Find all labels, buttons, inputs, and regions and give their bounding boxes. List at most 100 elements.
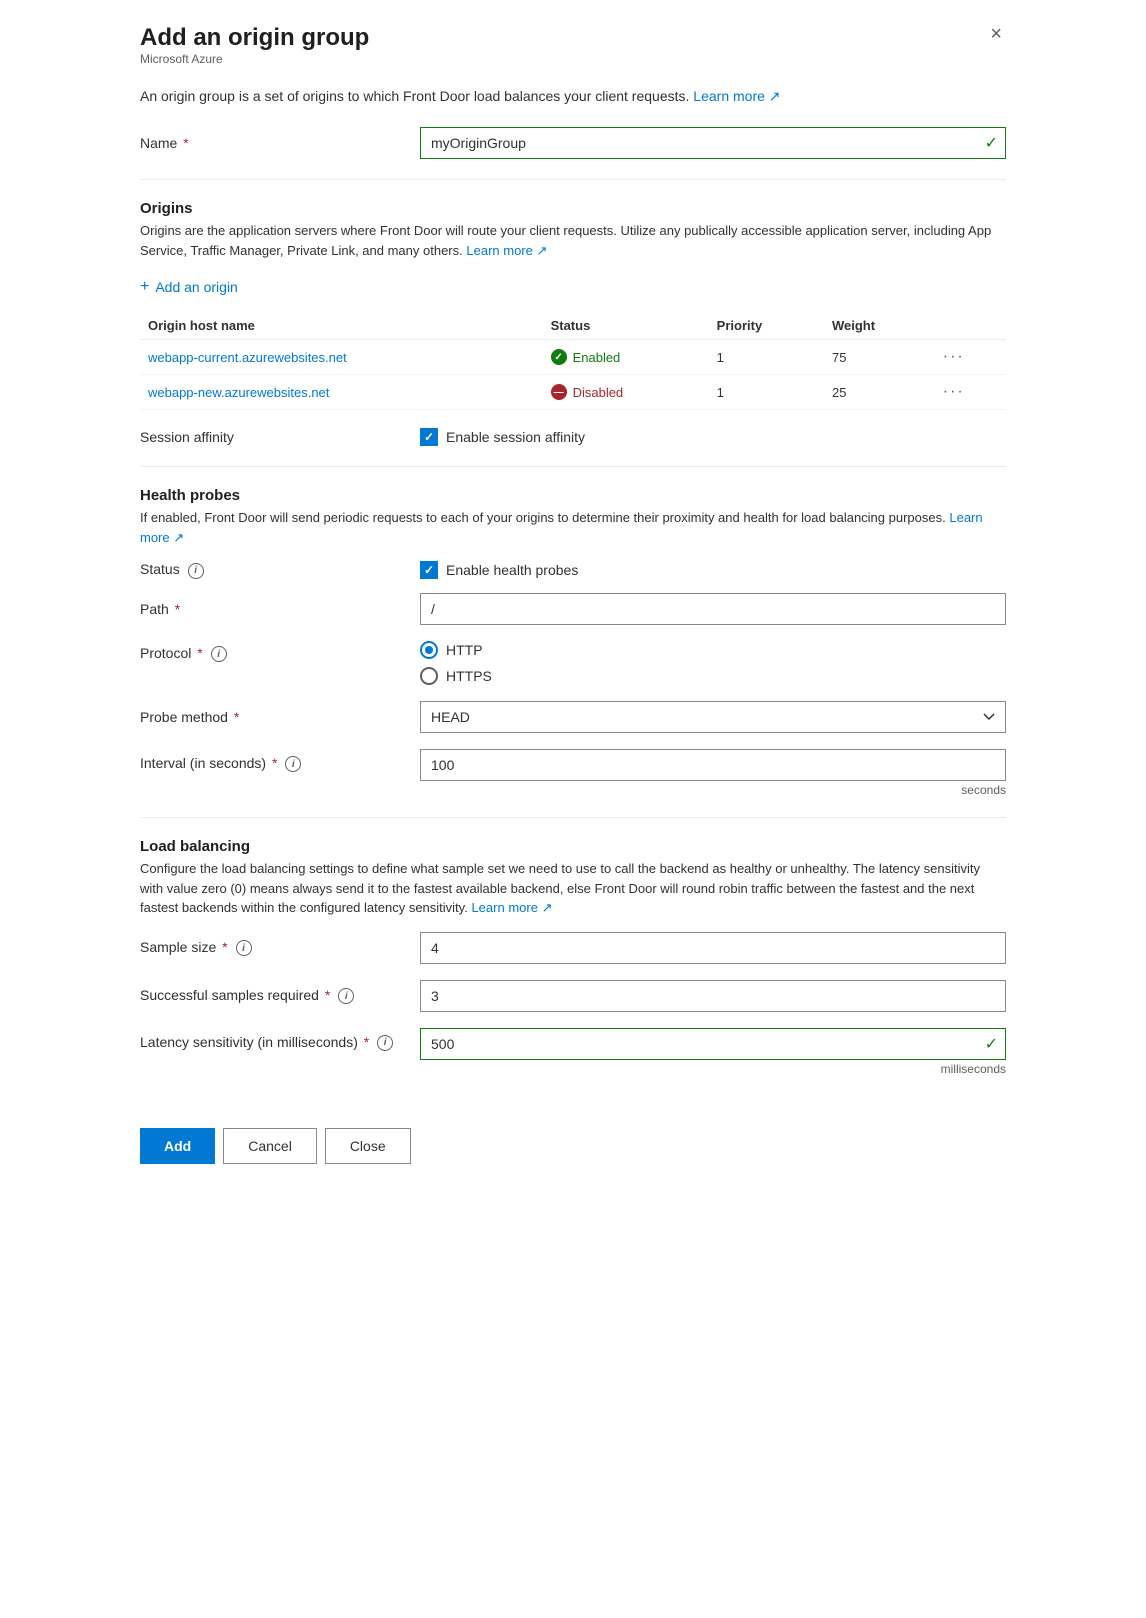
origin-host-link-2[interactable]: webapp-new.azurewebsites.net bbox=[148, 385, 329, 400]
latency-valid-icon: ✓ bbox=[985, 1034, 998, 1054]
external-link-icon: ↗ bbox=[769, 88, 781, 104]
interval-label: Interval (in seconds) * i bbox=[140, 749, 420, 772]
col-header-actions bbox=[935, 312, 1006, 340]
plus-icon: + bbox=[140, 278, 149, 296]
description-learn-more-link[interactable]: Learn more ↗ bbox=[693, 88, 780, 104]
protocol-info-icon: i bbox=[211, 646, 227, 662]
load-balancing-external-link-icon: ↗ bbox=[542, 900, 553, 915]
milliseconds-suffix: milliseconds bbox=[420, 1062, 1006, 1076]
session-affinity-row: Session affinity Enable session affinity bbox=[140, 428, 1006, 446]
sample-size-info-icon: i bbox=[236, 940, 252, 956]
health-probes-external-link-icon: ↗ bbox=[173, 530, 184, 545]
origin-weight-2: 25 bbox=[824, 375, 935, 410]
session-affinity-checkbox[interactable] bbox=[420, 428, 438, 446]
protocol-http-option[interactable]: HTTP bbox=[420, 641, 1006, 659]
origins-description: Origins are the application servers wher… bbox=[140, 221, 1006, 260]
name-required-star: * bbox=[179, 135, 188, 151]
sample-size-control bbox=[420, 932, 1006, 964]
origin-status-2: Disabled bbox=[543, 375, 709, 410]
probe-method-row: Probe method * HEAD GET bbox=[140, 701, 1006, 733]
origin-host-1[interactable]: webapp-current.azurewebsites.net bbox=[140, 340, 543, 375]
health-status-control: Enable health probes bbox=[420, 561, 1006, 579]
origins-table: Origin host name Status Priority Weight … bbox=[140, 312, 1006, 410]
probe-method-control: HEAD GET bbox=[420, 701, 1006, 733]
load-balancing-learn-more-link[interactable]: Learn more ↗ bbox=[471, 900, 552, 915]
origin-ellipsis-btn-1[interactable]: ··· bbox=[943, 348, 965, 366]
health-probes-checkbox[interactable] bbox=[420, 561, 438, 579]
interval-row: Interval (in seconds) * i seconds bbox=[140, 749, 1006, 797]
col-header-weight: Weight bbox=[824, 312, 935, 340]
origins-section: Origins Origins are the application serv… bbox=[140, 200, 1006, 410]
sample-size-label: Sample size * i bbox=[140, 939, 420, 956]
origin-host-link-1[interactable]: webapp-current.azurewebsites.net bbox=[148, 350, 347, 365]
successful-samples-row: Successful samples required * i bbox=[140, 980, 1006, 1012]
name-input[interactable] bbox=[420, 127, 1006, 159]
http-radio[interactable] bbox=[420, 641, 438, 659]
load-balancing-title: Load balancing bbox=[140, 838, 1006, 855]
seconds-suffix: seconds bbox=[420, 783, 1006, 797]
latency-info-icon: i bbox=[377, 1035, 393, 1051]
origins-title: Origins bbox=[140, 200, 1006, 217]
http-label: HTTP bbox=[446, 642, 483, 658]
origin-actions-2[interactable]: ··· bbox=[935, 375, 1006, 410]
status-text-enabled: Enabled bbox=[573, 350, 621, 365]
sample-size-row: Sample size * i bbox=[140, 932, 1006, 964]
https-label: HTTPS bbox=[446, 668, 492, 684]
footer-buttons: Add Cancel Close bbox=[140, 1108, 1006, 1164]
latency-input[interactable] bbox=[420, 1028, 1006, 1060]
add-button[interactable]: Add bbox=[140, 1128, 215, 1164]
health-probes-checkbox-label: Enable health probes bbox=[446, 562, 578, 578]
health-probes-description: If enabled, Front Door will send periodi… bbox=[140, 508, 1006, 547]
origin-host-2[interactable]: webapp-new.azurewebsites.net bbox=[140, 375, 543, 410]
table-row: webapp-current.azurewebsites.net Enabled… bbox=[140, 340, 1006, 375]
interval-info-icon: i bbox=[285, 756, 301, 772]
path-label: Path * bbox=[140, 601, 420, 617]
probe-method-select[interactable]: HEAD GET bbox=[420, 701, 1006, 733]
disabled-status-icon bbox=[551, 384, 567, 400]
successful-samples-label: Successful samples required * i bbox=[140, 987, 420, 1004]
origins-external-link-icon: ↗ bbox=[536, 243, 547, 258]
path-row: Path * bbox=[140, 593, 1006, 625]
origin-ellipsis-btn-2[interactable]: ··· bbox=[943, 383, 965, 401]
sample-size-input[interactable] bbox=[420, 932, 1006, 964]
protocol-control: HTTP HTTPS bbox=[420, 641, 1006, 685]
path-input[interactable] bbox=[420, 593, 1006, 625]
session-affinity-checkbox-label: Enable session affinity bbox=[446, 429, 585, 445]
cancel-button[interactable]: Cancel bbox=[223, 1128, 317, 1164]
health-status-label: Status i bbox=[140, 561, 420, 578]
enabled-status-icon bbox=[551, 349, 567, 365]
successful-samples-info-icon: i bbox=[338, 988, 354, 1004]
name-valid-icon: ✓ bbox=[985, 133, 998, 153]
close-icon[interactable]: × bbox=[986, 24, 1006, 44]
latency-control validated-input-wrapper: ✓ milliseconds bbox=[420, 1028, 1006, 1076]
probe-method-label: Probe method * bbox=[140, 709, 420, 725]
origin-weight-1: 75 bbox=[824, 340, 935, 375]
origin-actions-1[interactable]: ··· bbox=[935, 340, 1006, 375]
origins-learn-more-link[interactable]: Learn more ↗ bbox=[466, 243, 547, 258]
health-status-info-icon: i bbox=[188, 563, 204, 579]
panel-title: Add an origin group bbox=[140, 24, 369, 52]
interval-control: seconds bbox=[420, 749, 1006, 797]
path-input-wrapper bbox=[420, 593, 1006, 625]
protocol-radio-group: HTTP HTTPS bbox=[420, 641, 1006, 685]
successful-samples-control bbox=[420, 980, 1006, 1012]
close-button[interactable]: Close bbox=[325, 1128, 411, 1164]
session-affinity-label: Session affinity bbox=[140, 429, 420, 445]
origin-status-1: Enabled bbox=[543, 340, 709, 375]
https-radio[interactable] bbox=[420, 667, 438, 685]
panel-subtitle: Microsoft Azure bbox=[140, 52, 369, 66]
latency-label: Latency sensitivity (in milliseconds) * … bbox=[140, 1028, 420, 1051]
name-input-wrapper: ✓ bbox=[420, 127, 1006, 159]
interval-input[interactable] bbox=[420, 749, 1006, 781]
panel-description: An origin group is a set of origins to w… bbox=[140, 86, 1006, 107]
add-origin-button[interactable]: + Add an origin bbox=[140, 274, 238, 300]
protocol-https-option[interactable]: HTTPS bbox=[420, 667, 1006, 685]
origin-priority-2: 1 bbox=[709, 375, 824, 410]
table-row: webapp-new.azurewebsites.net Disabled 1 … bbox=[140, 375, 1006, 410]
origin-priority-1: 1 bbox=[709, 340, 824, 375]
status-text-disabled: Disabled bbox=[573, 385, 624, 400]
health-probes-section: Health probes If enabled, Front Door wil… bbox=[140, 487, 1006, 797]
health-status-row: Status i Enable health probes bbox=[140, 561, 1006, 579]
protocol-label: Protocol * i bbox=[140, 641, 420, 662]
successful-samples-input[interactable] bbox=[420, 980, 1006, 1012]
